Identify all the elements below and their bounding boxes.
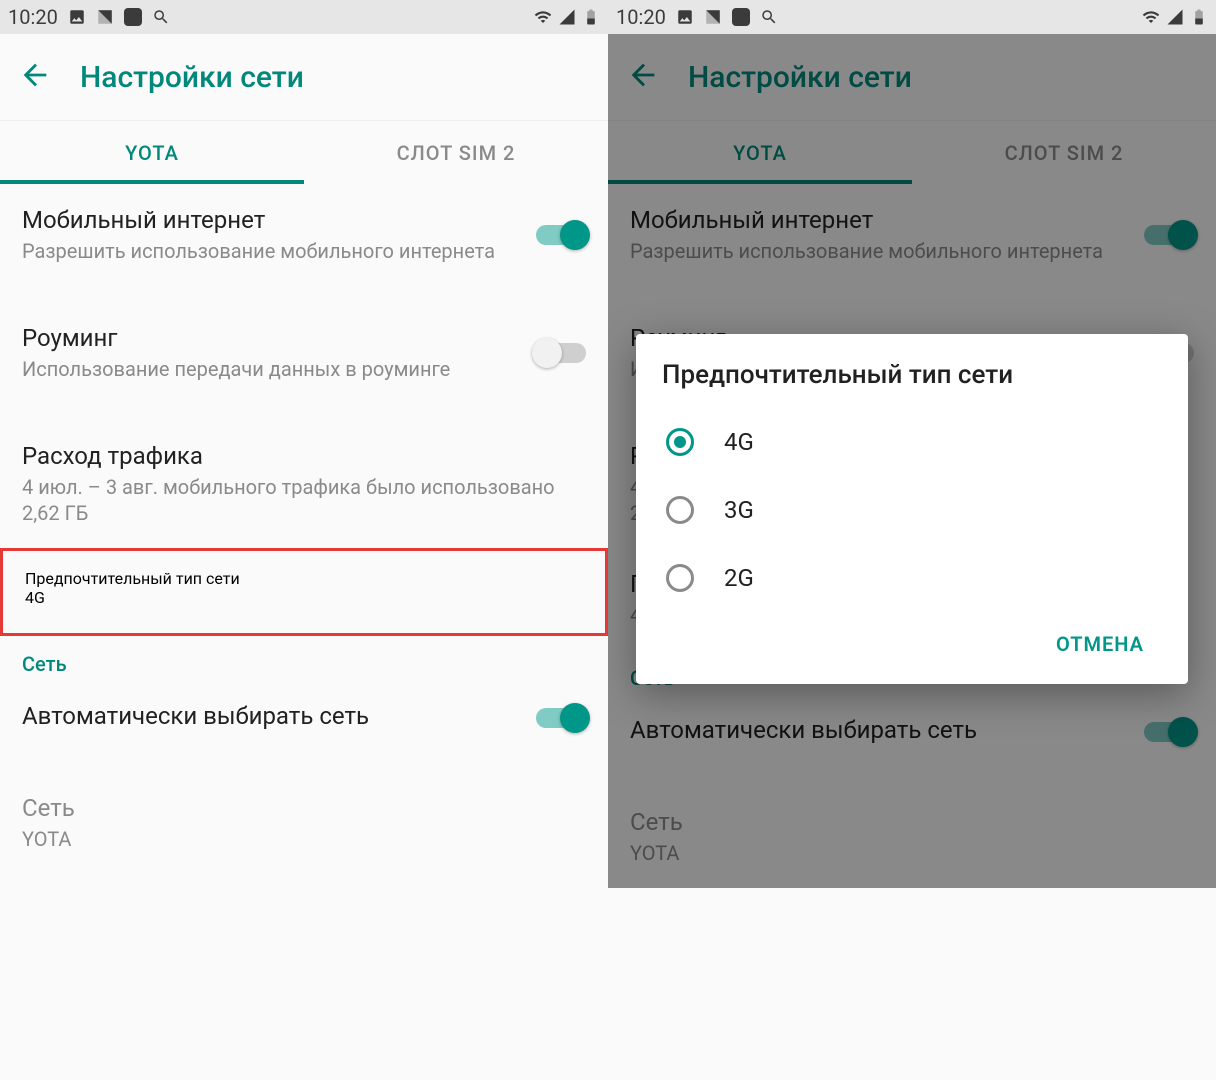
radio-option-3g[interactable]: 3G [662, 476, 1162, 544]
section-network-label: Сеть [0, 636, 608, 680]
wifi-icon [534, 8, 552, 26]
item-sub: Разрешить использование мобильного интер… [22, 238, 524, 264]
app-square-icon [732, 8, 750, 26]
status-bar: 10:20 [608, 0, 1216, 34]
status-bar: 10:20 [0, 0, 608, 34]
signal-icon [1166, 8, 1184, 26]
app-bar: Настройки сети [0, 34, 608, 120]
dialog-preferred-network-type: Предпочтительный тип сети 4G 3G 2G ОТМЕН… [636, 334, 1188, 684]
radio-icon [666, 564, 694, 592]
image2-icon [96, 8, 114, 26]
item-data-usage[interactable]: Расход трафика 4 июл. – 3 авг. мобильног… [0, 420, 608, 548]
sim-tabs: YOTA СЛОТ SIM 2 [0, 120, 608, 184]
app-square-icon [124, 8, 142, 26]
radio-label: 2G [724, 564, 754, 592]
item-sub: 4 июл. – 3 авг. мобильного трафика было … [22, 474, 574, 526]
image2-icon [704, 8, 722, 26]
radio-option-4g[interactable]: 4G [662, 408, 1162, 476]
wifi-icon [1142, 8, 1160, 26]
item-network: Сеть YOTA [0, 772, 608, 874]
item-sub: 4G [25, 588, 583, 607]
image-icon [676, 8, 694, 26]
page-title: Настройки сети [80, 60, 304, 95]
item-roaming[interactable]: Роуминг Использование передачи данных в … [0, 302, 608, 404]
item-sub: YOTA [22, 826, 574, 852]
image-icon [68, 8, 86, 26]
settings-list: Мобильный интернет Разрешить использован… [0, 184, 608, 874]
radio-option-2g[interactable]: 2G [662, 544, 1162, 612]
tab-sim2-label: СЛОТ SIM 2 [397, 141, 516, 165]
search-icon [760, 8, 778, 26]
cancel-button[interactable]: ОТМЕНА [1044, 624, 1156, 664]
item-title: Роуминг [22, 324, 524, 352]
radio-icon [666, 496, 694, 524]
switch-mobile-data[interactable] [536, 225, 586, 245]
item-title: Предпочтительный тип сети [25, 569, 583, 588]
screen-settings: 10:20 Настройки сети YOTA СЛОТ SIM 2 [0, 0, 608, 1080]
radio-label: 4G [724, 428, 754, 456]
screen-settings-dialog: 10:20 Настройки сети YOTA СЛОТ SI [608, 0, 1216, 1080]
item-title: Расход трафика [22, 442, 574, 470]
switch-roaming[interactable] [536, 343, 586, 363]
battery-icon [1190, 8, 1208, 26]
item-auto-select-network[interactable]: Автоматически выбирать сеть [0, 680, 608, 756]
status-time: 10:20 [8, 5, 58, 29]
battery-icon [582, 8, 600, 26]
item-preferred-network-type[interactable]: Предпочтительный тип сети 4G [0, 548, 608, 636]
item-title: Мобильный интернет [22, 206, 524, 234]
radio-icon [666, 428, 694, 456]
signal-icon [558, 8, 576, 26]
tab-yota[interactable]: YOTA [0, 121, 304, 184]
item-mobile-data[interactable]: Мобильный интернет Разрешить использован… [0, 184, 608, 286]
search-icon [152, 8, 170, 26]
dialog-title: Предпочтительный тип сети [662, 360, 1162, 390]
switch-auto-select[interactable] [536, 708, 586, 728]
item-title: Сеть [22, 794, 574, 822]
item-title: Автоматически выбирать сеть [22, 702, 524, 730]
tab-yota-label: YOTA [125, 141, 179, 165]
tab-sim2[interactable]: СЛОТ SIM 2 [304, 121, 608, 184]
back-arrow-icon[interactable] [18, 58, 52, 96]
status-time: 10:20 [616, 5, 666, 29]
item-sub: Использование передачи данных в роуминге [22, 356, 524, 382]
radio-label: 3G [724, 496, 754, 524]
